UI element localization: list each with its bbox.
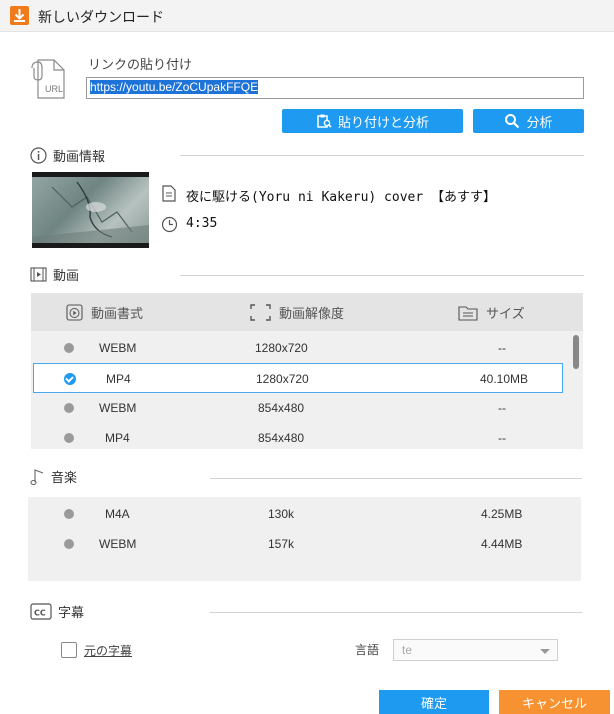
title-bar: 新しいダウンロード xyxy=(0,0,614,32)
video-info-section-header: 動画情報 xyxy=(30,146,105,165)
analyze-label: 分析 xyxy=(526,114,553,130)
clipboard-search-icon xyxy=(317,114,332,128)
bitrate-cell: 157k xyxy=(268,537,295,551)
music-section-header: 音楽 xyxy=(30,467,77,486)
video-row[interactable]: WEBM 1280x720 -- xyxy=(31,333,569,363)
film-icon xyxy=(30,267,47,282)
video-title: 夜に駆ける(Yoru ni Kakeru) cover 【あすす】 xyxy=(186,190,497,205)
link-paste-label: リンクの貼り付け xyxy=(88,58,193,73)
video-format-table: 動画書式 動画解像度 サイズ WEBM 1280x720 -- MP4 1280… xyxy=(31,293,583,449)
size-cell: 40.10MB xyxy=(480,372,529,386)
radio-button[interactable] xyxy=(64,433,74,443)
original-subtitles-label[interactable]: 元の字幕 xyxy=(84,642,132,659)
document-icon xyxy=(162,185,176,205)
window-title: 新しいダウンロード xyxy=(38,10,164,26)
radio-button[interactable] xyxy=(64,539,74,549)
music-note-icon xyxy=(30,468,44,485)
video-row[interactable]: MP4 854x480 -- xyxy=(31,423,569,449)
music-format-table: M4A 130k 4.25MB WEBM 157k 4.44MB xyxy=(28,497,581,581)
resolution-column-label: 動画解像度 xyxy=(279,307,345,322)
paste-and-analyze-label: 貼り付けと分析 xyxy=(337,114,429,130)
format-column-label: 動画書式 xyxy=(91,307,144,322)
language-label: 言語 xyxy=(355,643,380,657)
bitrate-cell: 130k xyxy=(268,507,295,521)
video-table-header: 動画書式 動画解像度 サイズ xyxy=(31,293,583,331)
section-divider xyxy=(210,612,582,613)
scrollbar-thumb[interactable] xyxy=(573,335,579,369)
size-cell: -- xyxy=(498,401,506,415)
subtitles-section-label: 字幕 xyxy=(58,606,85,621)
format-cell: WEBM xyxy=(99,341,137,355)
video-section-label: 動画 xyxy=(53,269,80,284)
paste-and-analyze-button[interactable]: 貼り付けと分析 xyxy=(282,109,463,133)
radio-button[interactable] xyxy=(64,403,74,413)
resolution-cell: 1280x720 xyxy=(256,372,309,386)
music-row[interactable]: WEBM 157k 4.44MB xyxy=(28,529,566,559)
url-icon-text: URL xyxy=(45,84,63,94)
resolution-cell: 854x480 xyxy=(258,401,305,415)
size-cell: 4.44MB xyxy=(481,537,523,551)
section-divider xyxy=(210,478,582,479)
language-select[interactable]: te xyxy=(393,639,558,661)
folder-icon xyxy=(458,306,478,321)
music-section-label: 音楽 xyxy=(51,471,78,486)
format-cell: MP4 xyxy=(106,372,131,386)
original-subtitles-checkbox[interactable] xyxy=(61,642,77,658)
video-row-selected[interactable]: MP4 1280x720 40.10MB xyxy=(33,363,563,393)
section-divider xyxy=(180,275,584,276)
resolution-cell: 1280x720 xyxy=(255,341,308,355)
size-column-header: サイズ xyxy=(458,303,525,322)
music-row[interactable]: M4A 130k 4.25MB xyxy=(28,499,566,529)
url-value: https://youtu.be/ZoCUpakFFQE xyxy=(90,80,259,94)
size-cell: -- xyxy=(498,341,506,355)
resolution-column-header: 動画解像度 xyxy=(250,303,344,322)
play-circle-icon xyxy=(66,304,83,321)
chevron-down-icon xyxy=(540,649,550,654)
format-cell: WEBM xyxy=(99,401,137,415)
format-column-header: 動画書式 xyxy=(66,303,143,322)
video-section-header: 動画 xyxy=(30,265,79,284)
radio-button-checked[interactable] xyxy=(64,373,76,385)
format-cell: M4A xyxy=(105,507,130,521)
video-thumbnail xyxy=(32,172,149,248)
subtitles-section-header: CC 字幕 xyxy=(30,602,84,621)
info-icon xyxy=(30,147,47,164)
section-divider xyxy=(180,155,584,156)
size-column-label: サイズ xyxy=(486,307,525,322)
cc-icon-text: CC xyxy=(34,609,46,618)
radio-button[interactable] xyxy=(64,343,74,353)
analyze-button[interactable]: 分析 xyxy=(473,109,584,133)
size-cell: 4.25MB xyxy=(481,507,523,521)
search-icon xyxy=(505,114,520,129)
radio-button[interactable] xyxy=(64,509,74,519)
cancel-button[interactable]: キャンセル xyxy=(499,690,610,714)
scrollbar[interactable] xyxy=(573,333,580,447)
url-file-icon: URL xyxy=(30,58,70,100)
video-duration: 4:35 xyxy=(186,216,218,231)
format-cell: WEBM xyxy=(99,537,137,551)
expand-icon xyxy=(250,304,271,321)
confirm-button[interactable]: 確定 xyxy=(379,690,489,714)
clock-icon xyxy=(161,216,178,236)
url-input[interactable]: https://youtu.be/ZoCUpakFFQE xyxy=(86,77,584,99)
resolution-cell: 854x480 xyxy=(258,431,305,445)
size-cell: -- xyxy=(498,431,506,445)
format-cell: MP4 xyxy=(105,431,130,445)
closed-caption-icon: CC xyxy=(30,603,52,620)
download-app-icon xyxy=(10,6,29,25)
video-info-section-label: 動画情報 xyxy=(53,150,106,165)
video-row[interactable]: WEBM 854x480 -- xyxy=(31,393,569,423)
language-value: te xyxy=(402,643,413,657)
